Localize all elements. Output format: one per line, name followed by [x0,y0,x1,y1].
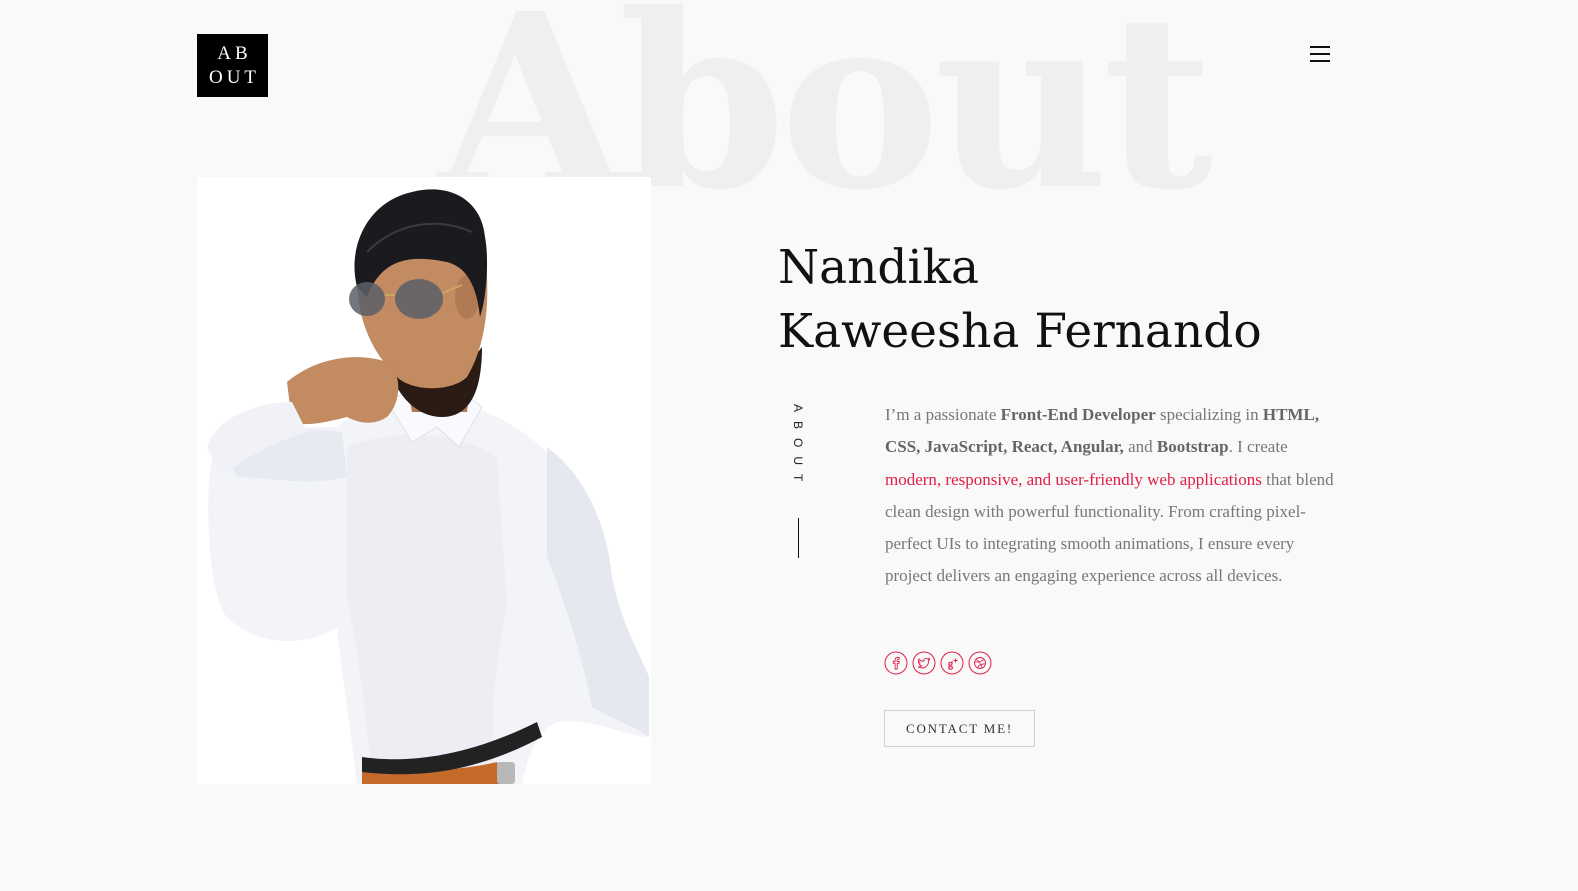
hamburger-menu-icon[interactable] [1308,44,1332,66]
contact-me-button[interactable]: CONTACT ME! [884,710,1035,747]
bio-paragraph: I’m a passionate Front-End Developer spe… [885,399,1335,593]
profile-photo [197,177,651,784]
side-label-line [797,518,799,558]
bio-highlight: modern, responsive, and user-friendly we… [885,469,1262,489]
name-line-2: Kaweesha Fernando [778,304,1262,359]
profile-name-heading: Nandika Kaweesha Fernando [778,236,1262,364]
bio-bold-bootstrap: Bootstrap [1156,437,1229,457]
twitter-icon[interactable] [912,651,936,675]
side-label-text: ABOUT [791,404,805,491]
bio-text-1: I’m a passionate [885,405,1001,424]
bio-text-4: . I create [1228,437,1288,457]
dribbble-icon[interactable] [968,651,992,675]
logo-line-1: AB [217,42,252,64]
bio-text-3: and [1123,437,1157,457]
person-portrait-illustration [207,189,650,784]
facebook-icon[interactable] [884,651,908,675]
logo-line-2: OUT [208,66,261,88]
google-plus-icon[interactable]: g [940,651,964,675]
name-line-1: Nandika [778,240,980,295]
bio-text-2: specializing in [1155,405,1263,424]
section-side-label: ABOUT [786,404,810,558]
bio-bold-role: Front-End Developer [1000,405,1156,424]
svg-text:g: g [948,659,953,670]
social-links: g [884,651,992,675]
site-logo[interactable]: AB OUT [197,34,268,97]
